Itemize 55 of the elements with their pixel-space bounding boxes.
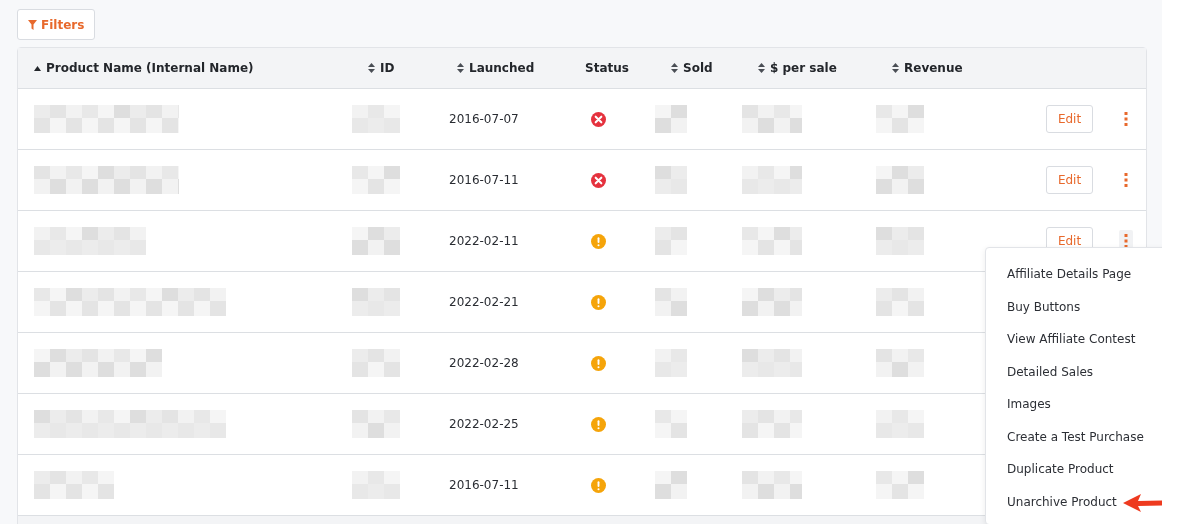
sort-icon[interactable]	[758, 63, 765, 73]
redacted-block	[876, 105, 924, 133]
redacted-block	[742, 288, 802, 316]
sort-icon[interactable]	[892, 63, 899, 73]
launch-date: 2022-02-11	[449, 234, 519, 248]
column-header[interactable]: Sold	[683, 61, 713, 75]
kebab-icon	[1124, 173, 1128, 187]
redacted-block	[876, 471, 924, 499]
column-header[interactable]: ID	[380, 61, 395, 75]
redacted-block	[352, 288, 400, 316]
redacted-block	[655, 227, 687, 255]
column-header[interactable]: $ per sale	[770, 61, 837, 75]
menu-item[interactable]: View Affiliate Contest	[1007, 332, 1136, 347]
redacted-block	[655, 105, 687, 133]
redacted-block	[352, 410, 400, 438]
launch-date: 2022-02-28	[449, 356, 519, 370]
redacted-block	[742, 410, 802, 438]
redacted-block	[352, 227, 400, 255]
menu-item[interactable]: Unarchive Product	[1007, 494, 1117, 509]
sort-ascending-icon[interactable]	[34, 65, 41, 71]
sort-icon[interactable]	[368, 63, 375, 73]
sort-icon[interactable]	[671, 63, 678, 73]
redacted-block	[655, 471, 687, 499]
redacted-block	[742, 166, 802, 194]
redacted-block	[742, 105, 802, 133]
redacted-block	[742, 227, 802, 255]
redacted-block	[876, 288, 924, 316]
redacted-block	[876, 227, 924, 255]
menu-item[interactable]: Duplicate Product	[1007, 462, 1114, 477]
launch-date: 2022-02-21	[449, 295, 519, 309]
column-header[interactable]: Launched	[469, 61, 535, 75]
redacted-block	[655, 288, 687, 316]
redacted-block	[655, 410, 687, 438]
column-header[interactable]: Status	[585, 61, 629, 75]
launch-date: 2022-02-25	[449, 417, 519, 431]
launch-date: 2016-07-11	[449, 173, 519, 187]
column-header[interactable]: Revenue	[904, 61, 963, 75]
menu-item[interactable]: Create a Test Purchase	[1007, 429, 1144, 444]
sort-icon[interactable]	[457, 63, 464, 73]
redacted-block	[742, 349, 802, 377]
redacted-block	[876, 166, 924, 194]
column-header[interactable]: Product Name (Internal Name)	[46, 61, 254, 75]
launch-date: 2016-07-11	[449, 478, 519, 492]
filter-icon	[28, 19, 37, 30]
menu-item[interactable]: Detailed Sales	[1007, 364, 1094, 379]
redacted-block	[742, 471, 802, 499]
menu-item[interactable]: Images	[1007, 397, 1051, 412]
menu-item[interactable]: Buy Buttons	[1007, 299, 1081, 314]
redacted-block	[352, 166, 400, 194]
menu-item[interactable]: Affiliate Details Page	[1007, 267, 1132, 282]
kebab-icon	[1124, 112, 1128, 126]
redacted-block	[352, 349, 400, 377]
redacted-block	[655, 166, 687, 194]
redacted-block	[876, 349, 924, 377]
launch-date: 2016-07-07	[449, 112, 519, 126]
